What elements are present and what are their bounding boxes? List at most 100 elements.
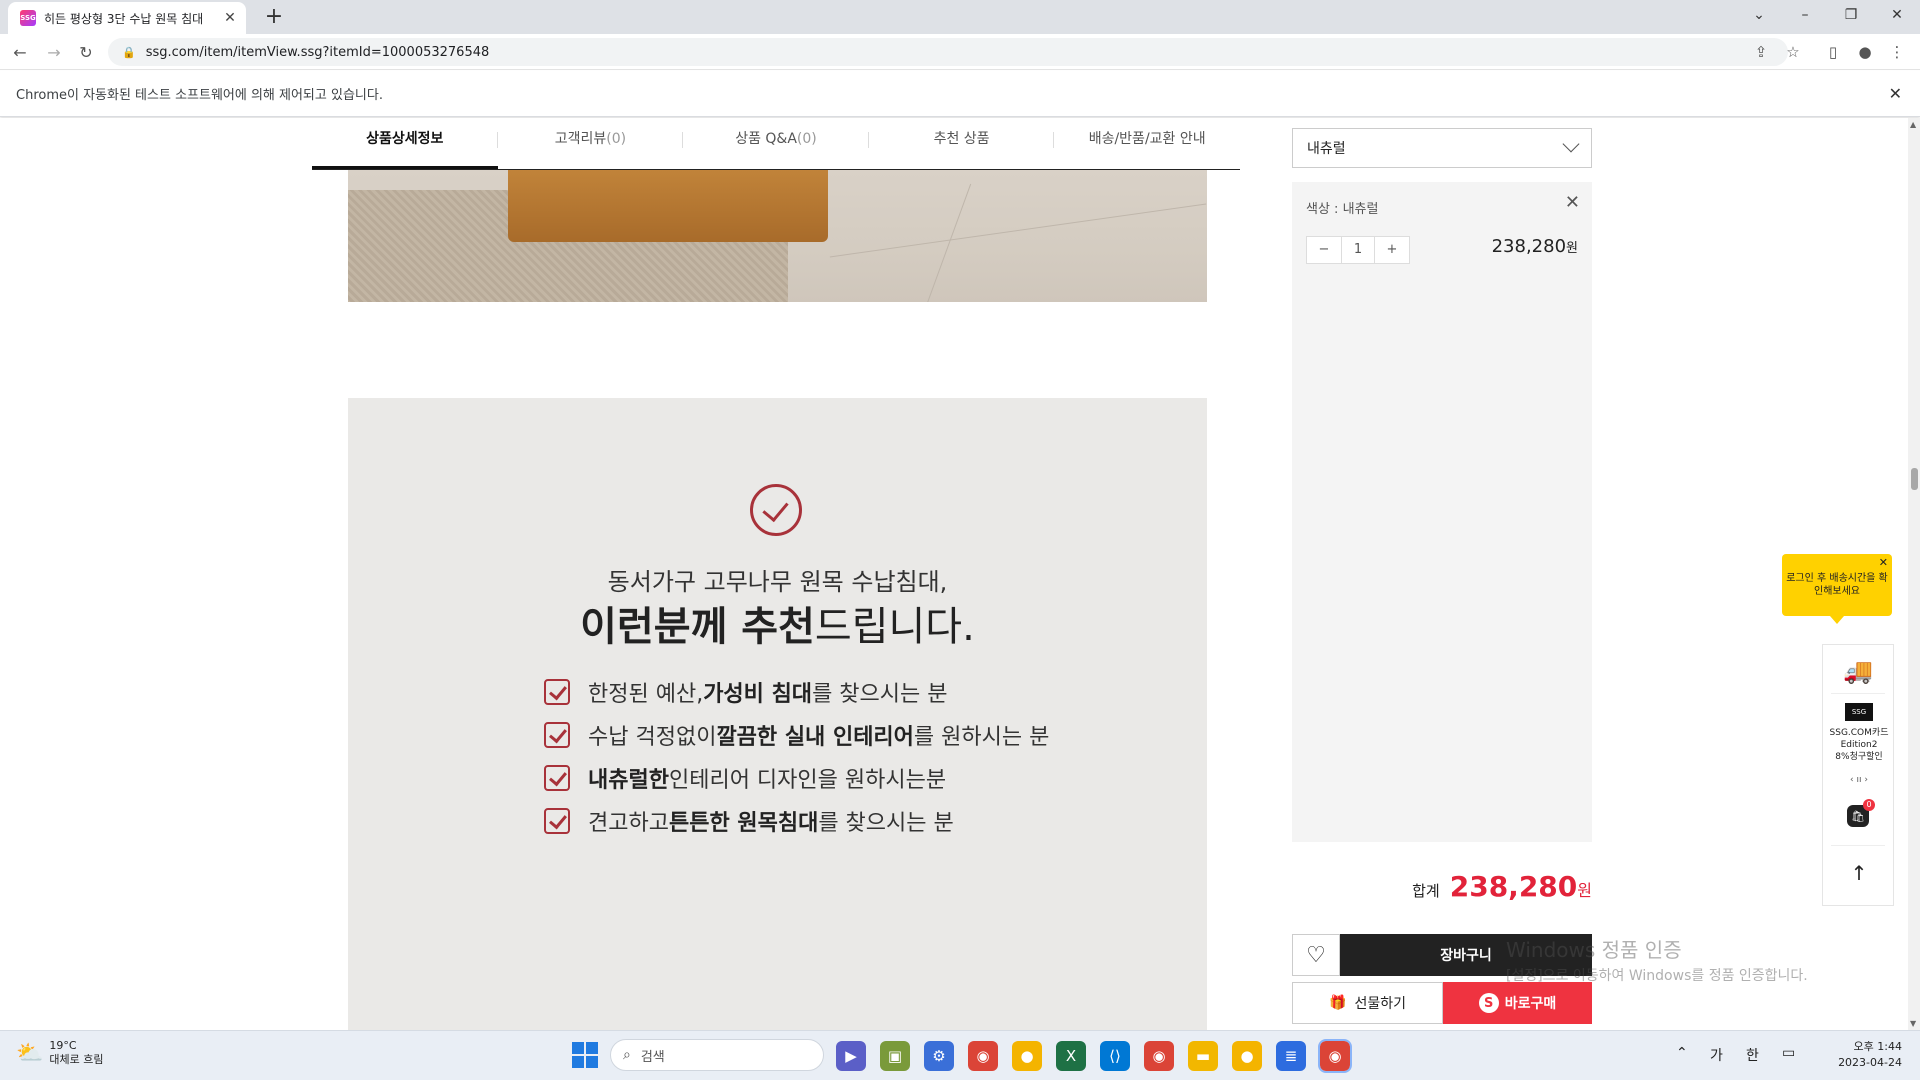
card-promo[interactable]: SSG.COM카드 Edition2 8%청구할인	[1823, 727, 1895, 763]
list-item: 내츄럴한 인테리어 디자인을 원하시는분	[544, 756, 1049, 799]
item-post: 인테리어 디자인을 원하시는분	[668, 767, 947, 793]
tray-chevron-icon[interactable]: ⌃	[1676, 1045, 1688, 1061]
clock-date: 2023-04-24	[1838, 1056, 1902, 1069]
page-scrollbar[interactable]: ▲ ▼	[1908, 118, 1920, 1030]
remove-option-icon[interactable]: ✕	[1565, 192, 1580, 213]
card-line: 8%청구할인	[1835, 752, 1883, 762]
item-bold: 내츄럴한	[588, 767, 669, 793]
photos-icon[interactable]: ▣	[880, 1041, 910, 1071]
network-icon[interactable]: ▭	[1782, 1045, 1795, 1061]
tooltip-close-icon[interactable]: ✕	[1879, 556, 1888, 569]
automation-infobar: Chrome이 자동화된 테스트 소프트웨어에 의해 제어되고 있습니다. ✕	[0, 71, 1920, 117]
weather-desc: 대체로 흐림	[49, 1053, 104, 1066]
product-page: 상품상세정보 고객리뷰(0) 상품 Q&A(0) 추천 상품 배송/반품/교환 …	[0, 118, 1908, 1030]
color-option-select[interactable]: 내츄럴	[1292, 128, 1592, 168]
tab-reviews[interactable]: 고객리뷰(0)	[498, 124, 684, 169]
total-price: 합계 238,280원	[1292, 870, 1592, 903]
product-detail-tabs: 상품상세정보 고객리뷰(0) 상품 Q&A(0) 추천 상품 배송/반품/교환 …	[312, 124, 1240, 170]
quantity-stepper: − 1 +	[1306, 236, 1410, 264]
maximize-button[interactable]: ❐	[1828, 0, 1874, 30]
settings-app-icon[interactable]: ⚙	[924, 1041, 954, 1071]
tab-qna[interactable]: 상품 Q&A(0)	[683, 124, 869, 169]
tab-count: (0)	[796, 131, 817, 147]
infobar-text: Chrome이 자동화된 테스트 소프트웨어에 의해 제어되고 있습니다.	[16, 88, 383, 103]
browser-tab[interactable]: SSG 히든 평상형 3단 수납 원목 침대 ✕	[8, 2, 246, 34]
qty-input[interactable]: 1	[1341, 237, 1375, 263]
notepad-icon[interactable]: ≣	[1276, 1041, 1306, 1071]
ssg-card-logo: SSG	[1845, 703, 1873, 721]
file-explorer-icon[interactable]: ▬	[1188, 1041, 1218, 1071]
sidebar-divider	[1831, 693, 1885, 694]
scrollbar-thumb[interactable]	[1911, 468, 1918, 490]
option-color-label: 색상 : 내츄럴	[1306, 202, 1379, 217]
recommendation-list: 한정된 예산, 가성비 침대 를 찾으시는 분 수납 걱정없이 깔끔한 실내 인테…	[544, 670, 1049, 842]
address-bar[interactable]: 🔒 ssg.com/item/itemView.ssg?itemId=10000…	[108, 38, 1788, 66]
chrome-icon[interactable]: ◉	[1144, 1041, 1174, 1071]
sidebar-divider	[1831, 845, 1885, 846]
tab-close-icon[interactable]: ✕	[222, 10, 238, 26]
minimize-button[interactable]: –	[1782, 0, 1828, 30]
ime-lang[interactable]: 한	[1746, 1045, 1759, 1065]
tab-label: 고객리뷰	[554, 131, 607, 147]
forward-arrow-icon[interactable]: →	[42, 40, 66, 64]
watermark-line2: [설정]으로 이동하여 Windows를 정품 인증합니다.	[1506, 968, 1808, 984]
scroll-down-arrow-icon[interactable]: ▼	[1910, 1019, 1916, 1028]
chrome-icon[interactable]: ◉	[968, 1041, 998, 1071]
search-placeholder: 검색	[640, 1049, 665, 1065]
clock-time: 오후 1:44	[1853, 1040, 1902, 1053]
tab-search-icon[interactable]: ⌄	[1736, 0, 1782, 30]
close-window-button[interactable]: ✕	[1874, 0, 1920, 30]
infobar-close-icon[interactable]: ✕	[1889, 84, 1902, 103]
weather-widget[interactable]: ⛅ 19°C 대체로 흐림	[16, 1039, 104, 1067]
reload-icon[interactable]: ↻	[74, 40, 98, 64]
side-panel-icon[interactable]: ▯	[1822, 41, 1844, 63]
wishlist-heart-icon[interactable]: ♡	[1292, 934, 1340, 976]
ime-mode[interactable]: 가	[1710, 1045, 1723, 1065]
teams-icon[interactable]: ▶	[836, 1041, 866, 1071]
new-tab-button[interactable]: +	[260, 4, 288, 30]
floating-sidebar: 🚚 SSG SSG.COM카드 Edition2 8%청구할인 ‹ ıı › 🛍…	[1822, 644, 1894, 906]
chat-app-icon[interactable]: ●	[1012, 1041, 1042, 1071]
tab-recommended[interactable]: 추천 상품	[869, 124, 1055, 169]
excel-icon[interactable]: X	[1056, 1041, 1086, 1071]
selected-option-box: 색상 : 내츄럴 ✕ − 1 + 238,280원	[1292, 182, 1592, 842]
chat-app-icon[interactable]: ●	[1232, 1041, 1262, 1071]
delivery-truck-icon[interactable]: 🚚	[1843, 657, 1873, 685]
bookmark-star-icon[interactable]: ☆	[1782, 41, 1804, 63]
item-bold: 깔끔한 실내 인테리어	[716, 724, 914, 750]
scroll-top-arrow-icon[interactable]: ↑	[1823, 861, 1895, 885]
gift-icon: 🎁	[1329, 995, 1347, 1011]
chevron-down-icon	[1562, 135, 1580, 153]
buy-now-button[interactable]: S 바로구매	[1443, 982, 1592, 1024]
scroll-up-arrow-icon[interactable]: ▲	[1910, 120, 1916, 129]
qty-minus-button[interactable]: −	[1307, 237, 1341, 263]
chrome-active-icon[interactable]: ◉	[1318, 1039, 1352, 1073]
purchase-actions-row2: 🎁 선물하기 S 바로구매	[1292, 982, 1592, 1024]
menu-kebab-icon[interactable]: ⋮	[1886, 41, 1908, 63]
recommendation-headline: 이런분께 추천드립니다.	[348, 594, 1207, 652]
tab-product-detail[interactable]: 상품상세정보	[312, 124, 498, 169]
gift-button[interactable]: 🎁 선물하기	[1292, 982, 1443, 1024]
option-price: 238,280원	[1492, 236, 1578, 257]
item-pre: 견고하고	[588, 810, 669, 836]
tab-shipping-info[interactable]: 배송/반품/교환 안내	[1054, 124, 1240, 169]
card-line: Edition2	[1840, 740, 1878, 750]
profile-icon[interactable]: ●	[1854, 41, 1876, 63]
card-line: SSG.COM카드	[1829, 728, 1889, 738]
item-bold: 튼튼한 원목침대	[668, 810, 819, 836]
windows-start-icon[interactable]	[572, 1042, 598, 1068]
vscode-icon[interactable]: ⟨⟩	[1100, 1041, 1130, 1071]
qty-plus-button[interactable]: +	[1375, 237, 1409, 263]
back-arrow-icon[interactable]: ←	[8, 40, 32, 64]
item-post: 를 원하시는 분	[913, 724, 1050, 750]
price-value: 238,280	[1491, 236, 1567, 257]
cart-count-badge: 0	[1863, 799, 1875, 811]
floor-line	[829, 203, 1207, 258]
checkbox-icon	[544, 807, 570, 834]
share-icon[interactable]: ⇪	[1750, 41, 1772, 63]
taskbar-search[interactable]: ⌕ 검색	[610, 1039, 824, 1071]
search-icon: ⌕	[623, 1047, 631, 1063]
promo-pager[interactable]: ‹ ıı ›	[1823, 775, 1895, 785]
browser-tab-strip: SSG 히든 평상형 3단 수납 원목 침대 ✕ + ⌄ – ❐ ✕	[0, 0, 1920, 34]
taskbar-clock[interactable]: 오후 1:44 2023-04-24	[1838, 1039, 1902, 1071]
